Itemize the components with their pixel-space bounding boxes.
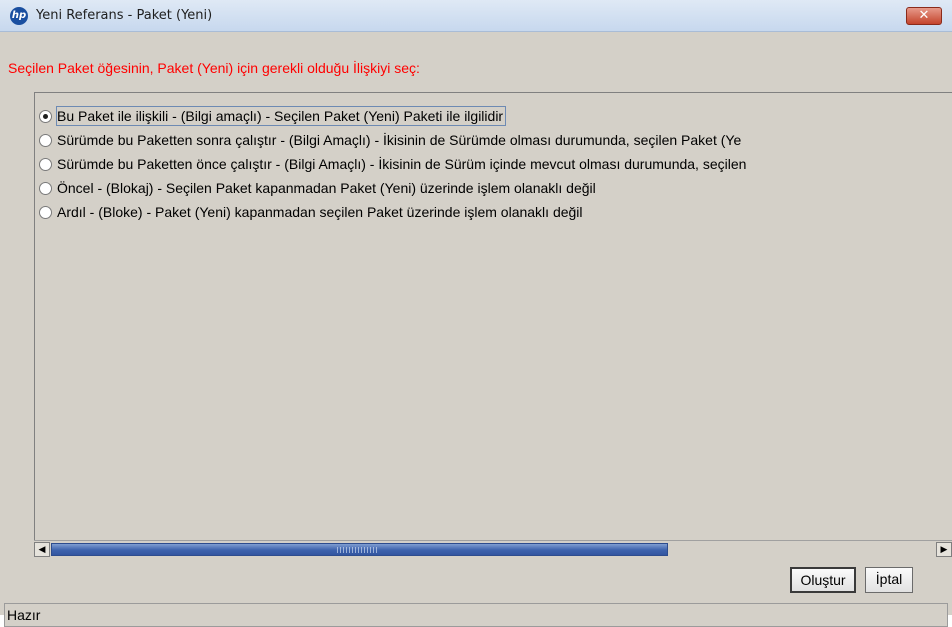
option-label: Ardıl - (Bloke) - Paket (Yeni) kapanmada…	[57, 204, 583, 220]
dialog-body: Seçilen Paket öğesinin, Paket (Yeni) içi…	[4, 32, 952, 627]
create-button[interactable]: Oluştur	[790, 567, 856, 593]
option-label: Öncel - (Blokaj) - Seçilen Paket kapanma…	[57, 180, 596, 196]
option-related[interactable]: Bu Paket ile ilişkili - (Bilgi amaçlı) -…	[39, 105, 507, 127]
radio-button-checked[interactable]	[39, 109, 52, 123]
radio-button[interactable]	[39, 205, 52, 219]
radio-button[interactable]	[39, 181, 52, 195]
scroll-left-arrow-icon[interactable]: ◀	[34, 542, 50, 557]
option-run-before[interactable]: Sürümde bu Paketten önce çalıştır - (Bil…	[39, 153, 746, 175]
relationship-options-list: Bu Paket ile ilişkili - (Bilgi amaçlı) -…	[34, 92, 952, 540]
horizontal-scrollbar[interactable]: ◀ ▶	[34, 540, 952, 557]
cancel-button[interactable]: İptal	[865, 567, 913, 593]
scroll-grip-icon	[337, 547, 377, 553]
radio-button[interactable]	[39, 133, 52, 147]
option-label: Sürümde bu Paketten önce çalıştır - (Bil…	[57, 156, 747, 172]
dialog-window: hp Yeni Referans - Paket (Yeni) ✕ Seçile…	[0, 0, 952, 627]
scroll-thumb[interactable]	[51, 543, 668, 556]
hp-logo-icon: hp	[10, 7, 28, 25]
option-successor[interactable]: Ardıl - (Bloke) - Paket (Yeni) kapanmada…	[39, 201, 583, 223]
instruction-text: Seçilen Paket öğesinin, Paket (Yeni) içi…	[8, 60, 420, 76]
status-bar: Hazır	[4, 603, 948, 627]
option-run-after[interactable]: Sürümde bu Paketten sonra çalıştır - (Bi…	[39, 129, 741, 151]
close-button[interactable]: ✕	[906, 7, 942, 25]
radio-button[interactable]	[39, 157, 52, 171]
option-label: Bu Paket ile ilişkili - (Bilgi amaçlı) -…	[55, 106, 507, 126]
option-predecessor[interactable]: Öncel - (Blokaj) - Seçilen Paket kapanma…	[39, 177, 596, 199]
scroll-right-arrow-icon[interactable]: ▶	[936, 542, 952, 557]
option-label: Sürümde bu Paketten sonra çalıştır - (Bi…	[57, 132, 742, 148]
window-title: Yeni Referans - Paket (Yeni)	[36, 8, 213, 23]
title-bar[interactable]: hp Yeni Referans - Paket (Yeni) ✕	[0, 0, 952, 32]
